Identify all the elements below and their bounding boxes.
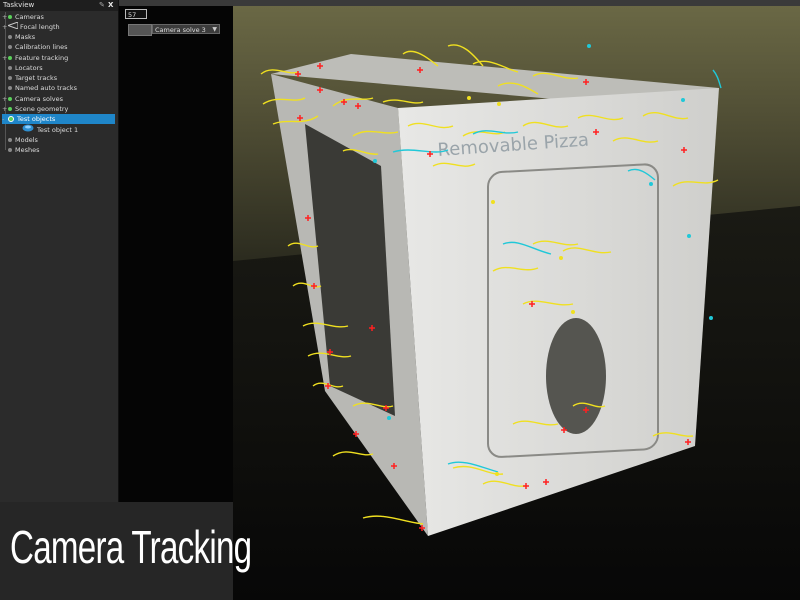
status-dot-icon xyxy=(8,56,12,60)
solve-toggle-button[interactable] xyxy=(128,24,152,36)
track-point xyxy=(681,98,685,102)
track-point xyxy=(491,200,495,204)
taskview-title: Taskview xyxy=(3,1,35,9)
test-object-icon xyxy=(22,124,34,135)
tree-item-calibration-lines[interactable]: Calibration lines xyxy=(2,42,68,52)
track-point xyxy=(497,102,501,106)
tree-item-focal-length[interactable]: + Focal length xyxy=(2,21,60,32)
status-dot-icon xyxy=(8,97,12,101)
tree-item-camera-solves[interactable]: + Camera solves xyxy=(2,94,63,104)
box-front-window xyxy=(546,318,606,434)
pin-icon[interactable]: ✎ xyxy=(99,0,105,11)
tree-item-named-auto-tracks[interactable]: Named auto tracks xyxy=(2,83,77,93)
tree-item-label: Camera solves xyxy=(15,95,63,103)
status-dot-icon xyxy=(8,148,12,152)
tree-item-locators[interactable]: Locators xyxy=(2,63,43,73)
tree-item-label: Named auto tracks xyxy=(15,84,77,92)
track-point xyxy=(559,256,563,260)
status-dot-icon xyxy=(8,86,12,90)
taskview-panel: Taskview ✎ X + Cameras + Focal length Mask… xyxy=(0,0,119,502)
tree-item-cameras[interactable]: + Cameras xyxy=(2,12,44,22)
track-point xyxy=(649,182,653,186)
close-button[interactable]: X xyxy=(108,0,113,11)
tree-item-label: Calibration lines xyxy=(15,43,68,51)
track-point xyxy=(571,310,575,314)
tree-item-label: Focal length xyxy=(20,23,60,31)
track-point xyxy=(387,416,391,420)
tree-item-label: Feature tracking xyxy=(15,54,69,62)
track-point xyxy=(687,234,691,238)
tree-item-label: Test object 1 xyxy=(37,126,79,134)
tree-item-models[interactable]: Models xyxy=(2,135,38,145)
status-dot-icon xyxy=(8,76,12,80)
tree-item-test-objects[interactable]: - Test objects xyxy=(2,114,115,124)
camera-cone-icon xyxy=(6,21,19,32)
tree-item-meshes[interactable]: Meshes xyxy=(2,145,40,155)
viewer-toolbar-area xyxy=(119,6,233,502)
track-point xyxy=(587,44,591,48)
status-dot-icon xyxy=(8,66,12,70)
status-dot-icon xyxy=(8,35,12,39)
tree-item-label: Cameras xyxy=(15,13,44,21)
tree-item-label: Models xyxy=(15,136,38,144)
track-point xyxy=(373,159,377,163)
tree-item-target-tracks[interactable]: Target tracks xyxy=(2,73,57,83)
tree-item-label: Test objects xyxy=(17,115,56,123)
camera-solve-dropdown[interactable]: Camera solve 3 ▼ xyxy=(152,24,220,34)
status-dot-icon xyxy=(8,15,12,19)
tracking-viewport[interactable]: Removable Pizza xyxy=(233,6,800,600)
track-point xyxy=(495,472,499,476)
tree-item-masks[interactable]: Masks xyxy=(2,32,35,42)
chevron-down-icon: ▼ xyxy=(212,26,217,33)
status-dot-icon xyxy=(8,116,14,122)
camera-solve-value: Camera solve 3 xyxy=(155,26,206,34)
tree-item-scene-geometry[interactable]: + Scene geometry xyxy=(2,104,68,114)
track-point xyxy=(709,316,713,320)
tree-item-feature-tracking[interactable]: + Feature tracking xyxy=(2,53,68,63)
tree-item-label: Locators xyxy=(15,64,43,72)
frame-number-input[interactable]: 57 xyxy=(125,9,147,19)
tree-item-label: Masks xyxy=(15,33,36,41)
status-dot-icon xyxy=(8,45,12,49)
tree-item-label: Scene geometry xyxy=(15,105,69,113)
tree-item-label: Target tracks xyxy=(15,74,58,82)
tree-item-label: Meshes xyxy=(15,146,40,154)
track-point xyxy=(467,96,471,100)
tree-item-test-object-1[interactable]: Test object 1 xyxy=(22,124,78,134)
caption-title: Camera Tracking xyxy=(10,521,252,573)
status-dot-icon xyxy=(8,107,12,111)
taskview-titlebar: Taskview ✎ X xyxy=(0,0,118,11)
status-dot-icon xyxy=(8,138,12,142)
